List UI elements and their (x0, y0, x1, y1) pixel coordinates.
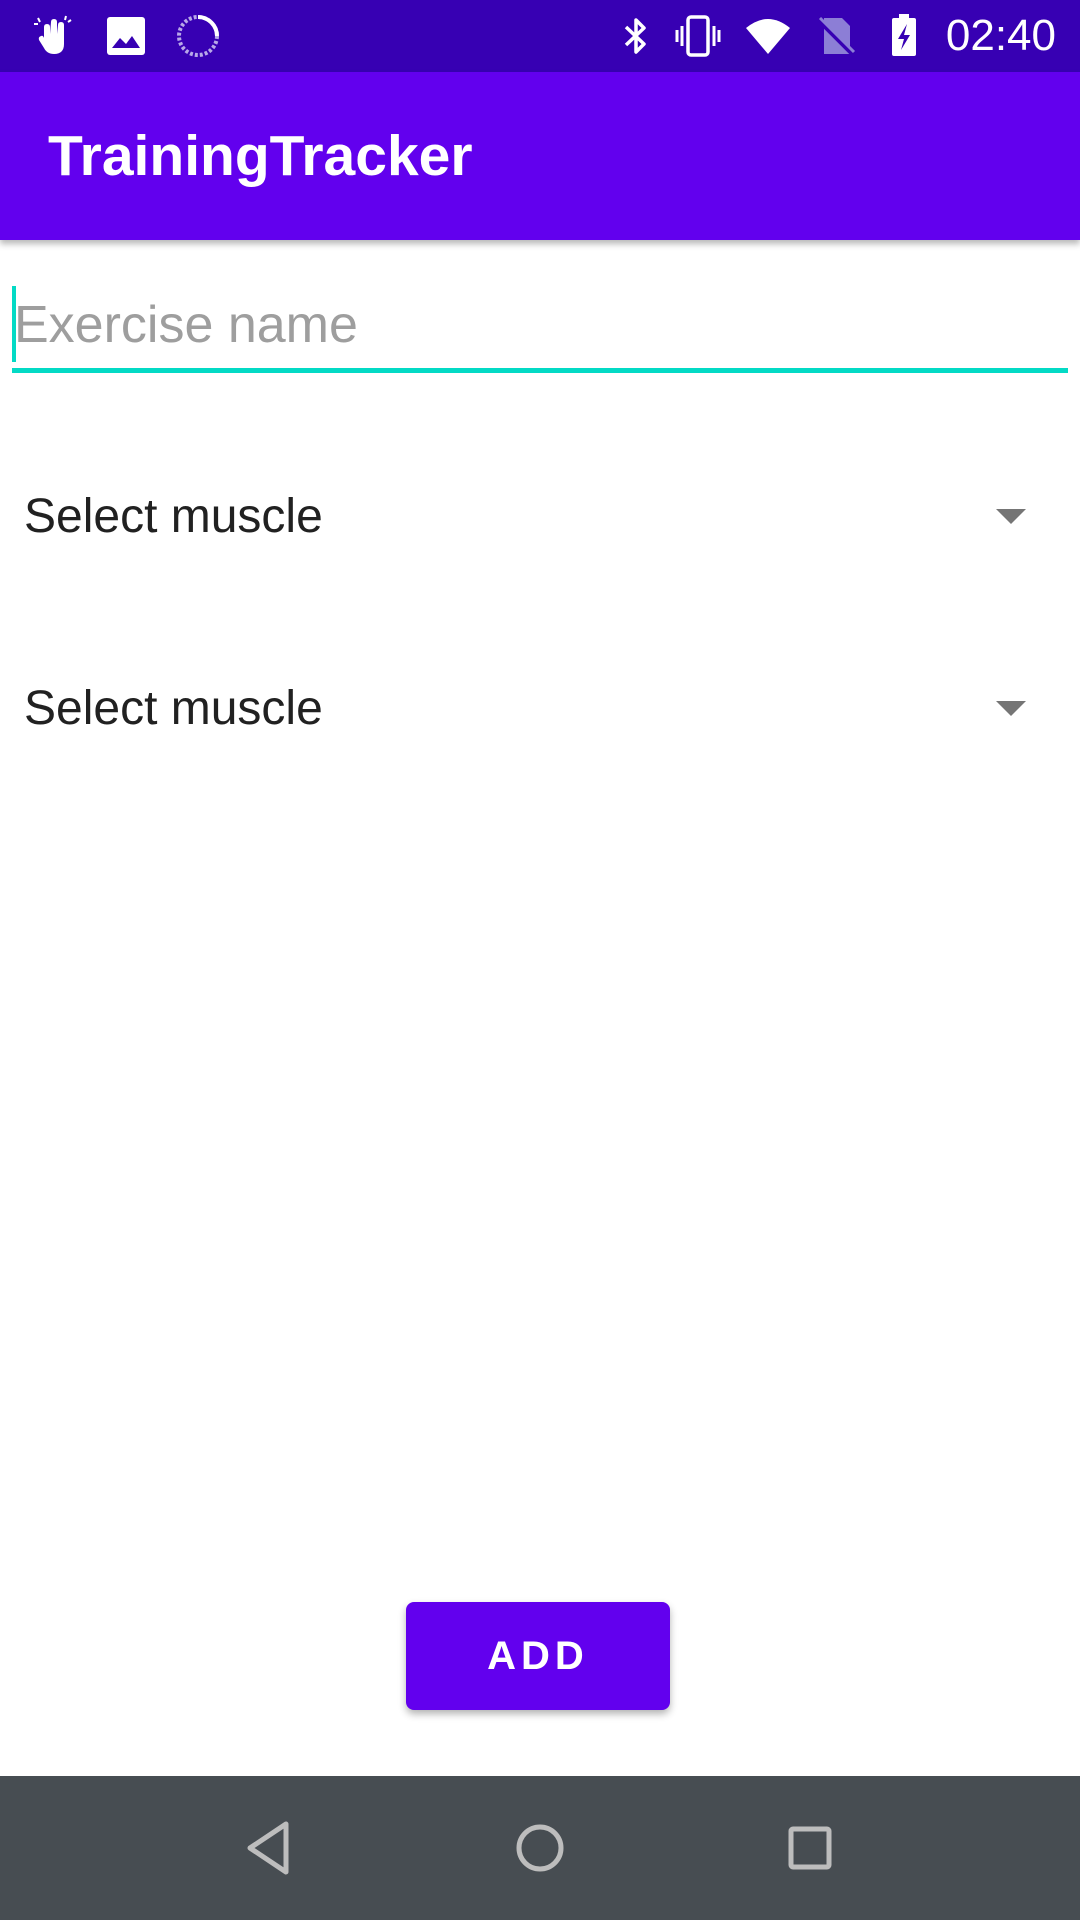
wifi-icon (746, 19, 790, 54)
dropdown-arrow-icon (996, 701, 1026, 716)
exercise-name-input[interactable] (12, 282, 1070, 368)
exercise-name-field[interactable] (12, 282, 1070, 374)
app-title: TrainingTracker (48, 124, 473, 188)
battery-charging-icon (892, 14, 916, 56)
text-cursor (12, 286, 16, 362)
image-icon (107, 17, 145, 55)
back-icon[interactable] (222, 1800, 318, 1896)
add-button[interactable]: ADD (406, 1602, 670, 1710)
sync-icon (177, 15, 219, 57)
vibrate-icon (675, 15, 721, 57)
dropdown-arrow-icon (996, 509, 1026, 524)
touch-gesture-icon (34, 15, 72, 54)
bluetooth-icon (624, 18, 646, 54)
muscle-spinner-label: Select muscle (24, 682, 323, 735)
no-sim-icon (816, 16, 856, 58)
navigation-bar (0, 1776, 1080, 1920)
status-bar: 02:40 (0, 0, 1080, 72)
app-bar: TrainingTracker (0, 72, 1080, 240)
exercise-name-underline (12, 368, 1068, 373)
muscle-spinner-2[interactable]: Select muscle (0, 639, 1080, 779)
recents-icon[interactable] (762, 1800, 858, 1896)
status-time: 02:40 (945, 11, 1056, 60)
home-icon[interactable] (492, 1800, 588, 1896)
muscle-spinner-label: Select muscle (24, 490, 323, 543)
muscle-spinner-1[interactable]: Select muscle (0, 447, 1080, 587)
